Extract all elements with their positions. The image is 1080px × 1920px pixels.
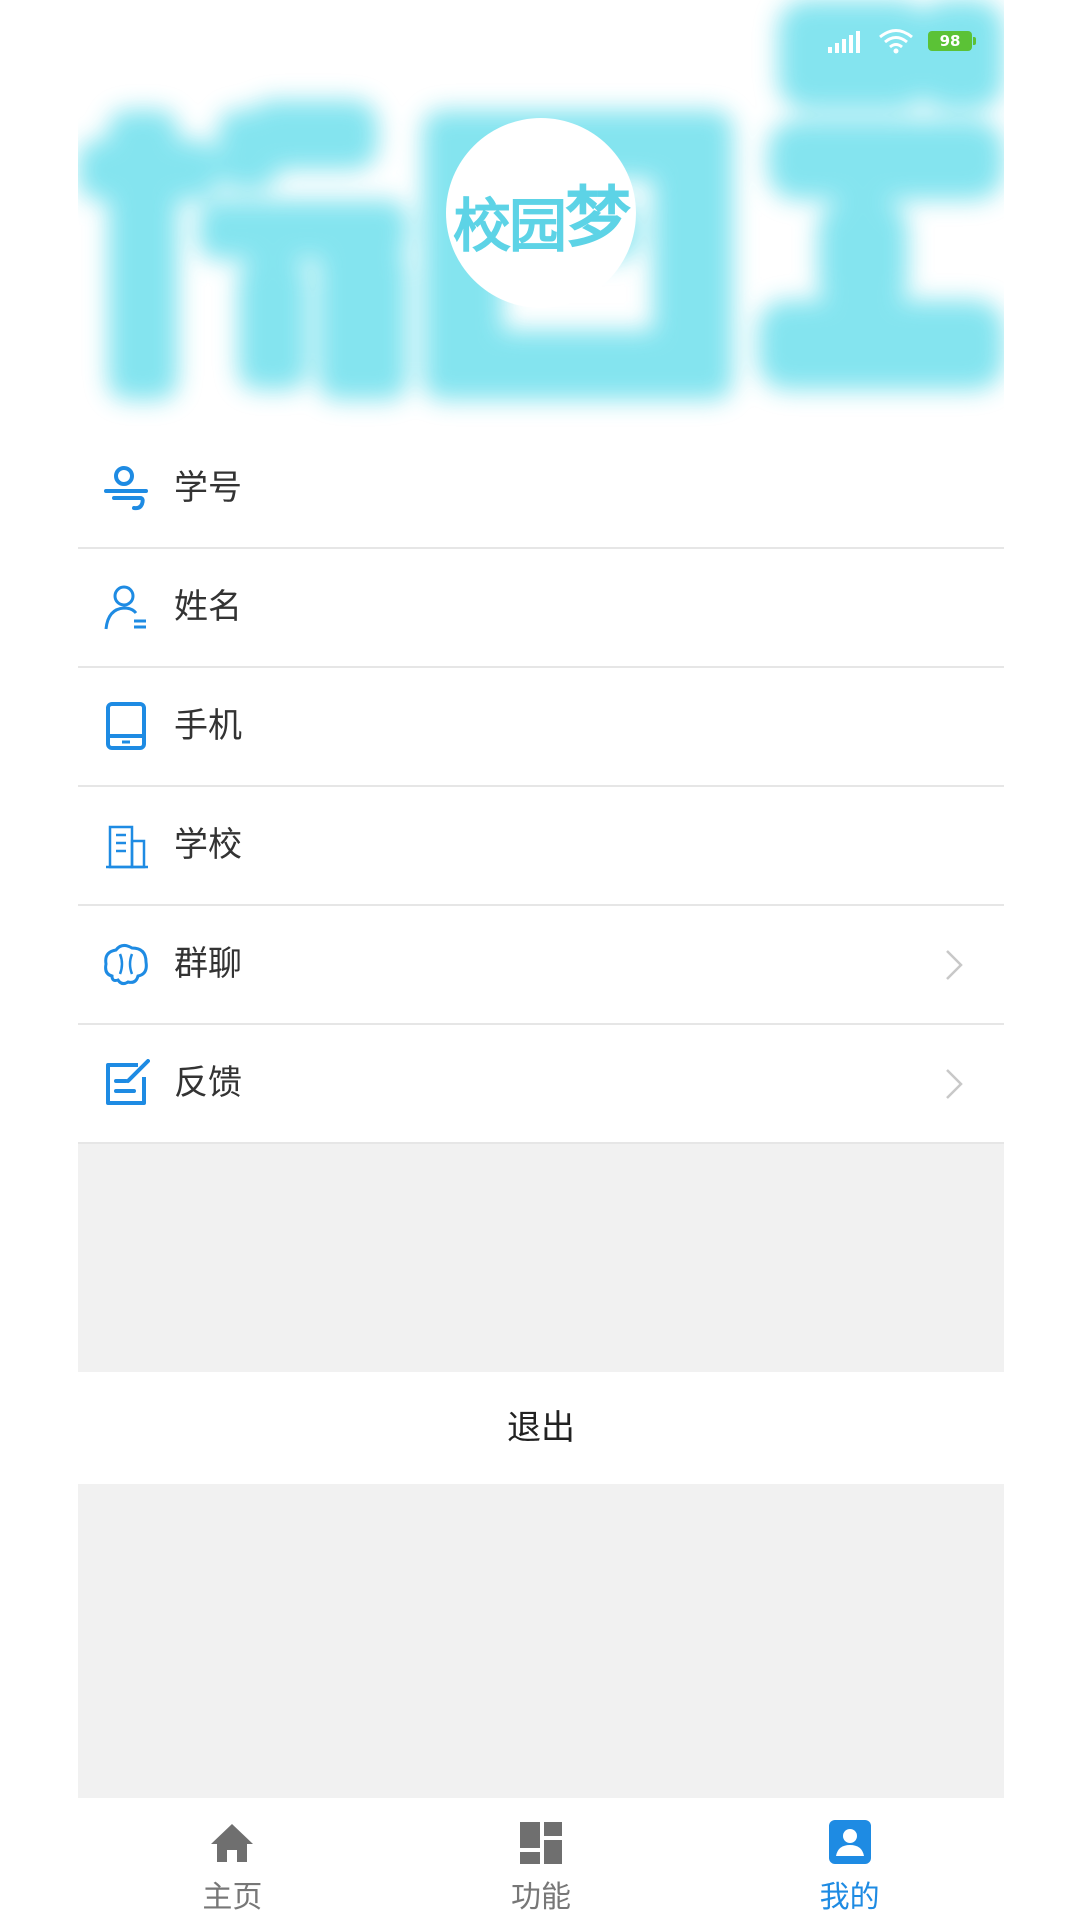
phone-icon <box>106 702 146 750</box>
group-chat-icon <box>104 943 148 986</box>
home-icon <box>211 1824 254 1862</box>
tab-home[interactable]: 主页 <box>78 1798 387 1920</box>
screen: 98 校园梦 学号 姓名 手机 学校 群聊 反馈 退出 主页 功能 我的 <box>0 0 1080 1920</box>
profile-icon <box>828 1820 871 1864</box>
row-group-chat[interactable]: 群聊 <box>78 906 1004 1025</box>
chevron-right-icon <box>946 1069 963 1099</box>
row-label-feedback: 反馈 <box>174 1063 242 1103</box>
app-logo: 校园梦 <box>446 118 636 308</box>
battery-indicator: 98 <box>928 31 976 51</box>
profile-banner: 98 校园梦 <box>78 0 1004 430</box>
gray-spacer-bottom <box>78 1484 1004 1798</box>
row-feedback[interactable]: 反馈 <box>78 1025 1004 1144</box>
person-icon <box>104 585 146 630</box>
app-container: 98 校园梦 学号 姓名 手机 学校 群聊 反馈 退出 主页 功能 我的 <box>78 0 1004 1920</box>
status-bar: 98 <box>828 26 976 56</box>
chevron-right-icon <box>946 950 963 980</box>
row-school: 学校 <box>78 787 1004 906</box>
profile-list: 学号 姓名 手机 学校 群聊 反馈 <box>78 430 1004 1144</box>
logout-button[interactable]: 退出 <box>78 1372 1004 1484</box>
tab-label-functions: 功能 <box>511 1880 571 1915</box>
dashboard-icon <box>520 1822 562 1864</box>
tab-functions[interactable]: 功能 <box>387 1798 696 1920</box>
row-name: 姓名 <box>78 549 1004 668</box>
row-label-phone: 手机 <box>174 706 242 746</box>
row-label-student-id: 学号 <box>174 468 242 508</box>
row-phone: 手机 <box>78 668 1004 787</box>
tab-label-mine: 我的 <box>819 1880 880 1915</box>
building-icon <box>106 825 148 869</box>
signal-icon <box>828 31 860 53</box>
bottom-tab-bar: 主页 功能 我的 <box>78 1798 1004 1920</box>
row-label-name: 姓名 <box>174 587 242 627</box>
feedback-icon <box>106 1059 150 1105</box>
tab-label-home: 主页 <box>202 1880 263 1915</box>
logo-text: 校园梦 <box>452 178 631 260</box>
wifi-icon <box>879 29 913 54</box>
tab-mine[interactable]: 我的 <box>695 1798 1004 1920</box>
gray-spacer-top <box>78 1144 1004 1372</box>
row-student-id: 学号 <box>78 430 1004 549</box>
row-label-school: 学校 <box>174 825 242 865</box>
id-number-icon <box>104 466 148 511</box>
row-label-group-chat: 群聊 <box>174 944 242 984</box>
